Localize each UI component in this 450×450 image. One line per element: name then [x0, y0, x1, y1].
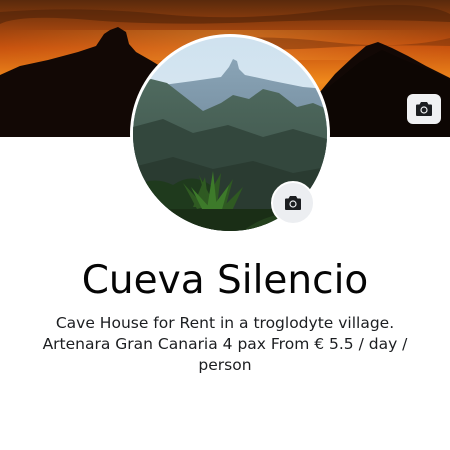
- camera-icon: [285, 196, 301, 210]
- cover-camera-button[interactable]: [407, 94, 441, 124]
- page-bio: Cave House for Rent in a troglodyte vill…: [42, 314, 408, 374]
- profile-picture-camera-button[interactable]: [271, 181, 315, 225]
- page-title: Cueva Silencio: [81, 258, 369, 303]
- camera-icon: [416, 102, 432, 116]
